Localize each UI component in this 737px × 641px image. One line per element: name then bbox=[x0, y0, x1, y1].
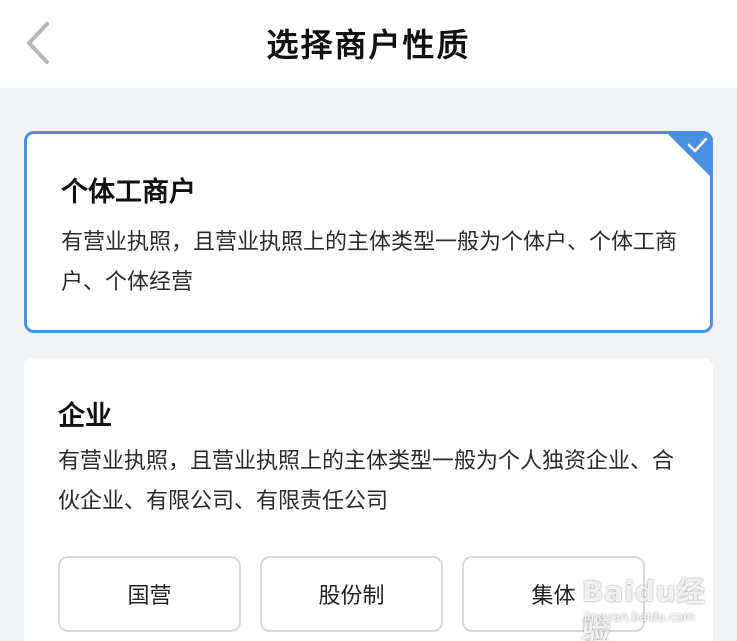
option-card-individual[interactable]: 个体工商户 有营业执照，且营业执照上的主体类型一般为个体户、个体工商户、个体经营 bbox=[24, 131, 713, 333]
enterprise-type-options: 国营 股份制 集体 bbox=[58, 556, 645, 632]
enterprise-type-collective[interactable]: 集体 bbox=[462, 556, 645, 632]
enterprise-type-joint-stock[interactable]: 股份制 bbox=[260, 556, 443, 632]
enterprise-type-state-owned[interactable]: 国营 bbox=[58, 556, 241, 632]
page-title: 选择商户性质 bbox=[266, 26, 471, 64]
option-title: 个体工商户 bbox=[61, 177, 196, 208]
option-description: 有营业执照，且营业执照上的主体类型一般为个人独资企业、合伙企业、有限公司、有限责… bbox=[58, 449, 675, 514]
option-description: 有营业执照，且营业执照上的主体类型一般为个体户、个体工商户、个体经营 bbox=[61, 230, 678, 295]
top-bar: 选择商户性质 bbox=[0, 0, 737, 88]
check-icon bbox=[687, 137, 708, 153]
selected-badge bbox=[665, 131, 713, 179]
option-title: 企业 bbox=[58, 401, 112, 432]
option-card-enterprise[interactable]: 企业 有营业执照，且营业执照上的主体类型一般为个人独资企业、合伙企业、有限公司、… bbox=[24, 358, 713, 641]
